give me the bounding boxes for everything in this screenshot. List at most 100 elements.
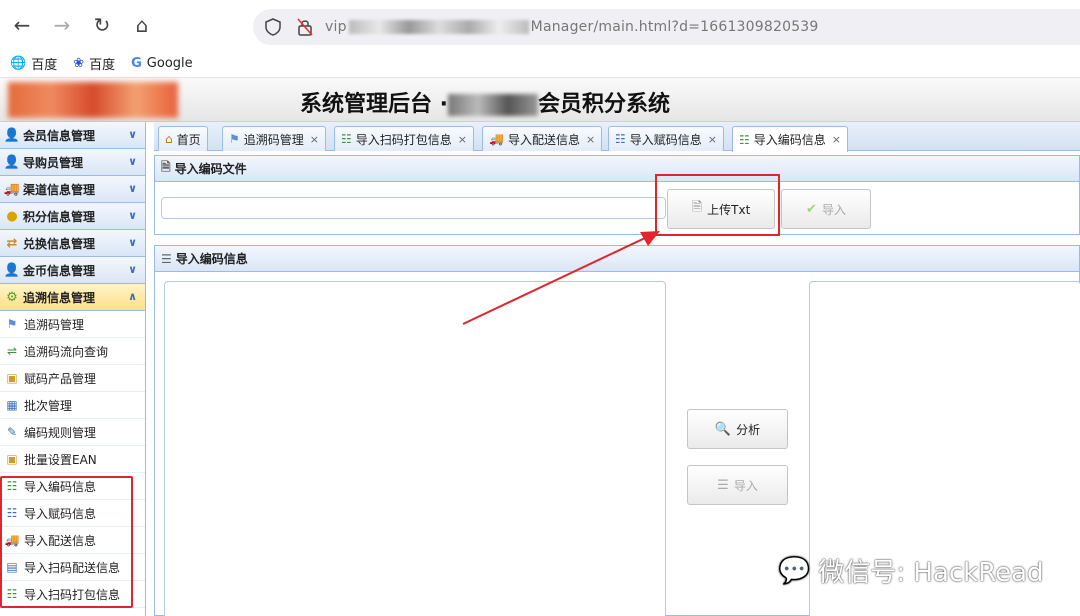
bookmark-label: Google bbox=[146, 56, 193, 71]
sidebar-item-code-rule[interactable]: ✎ 编码规则管理 bbox=[0, 419, 145, 446]
chevron-down-icon: ∨ bbox=[128, 236, 137, 249]
category-label: 导购员管理 bbox=[23, 155, 84, 170]
sidebar-item-label: 导入扫码打包信息 bbox=[24, 587, 121, 602]
baidu-paw-icon: ❀ bbox=[73, 56, 85, 71]
chevron-down-icon: ∨​ bbox=[128, 128, 137, 141]
sidebar-item-import-scan-delivery[interactable]: ▤ 导入扫码配送信息 bbox=[0, 554, 145, 581]
tab-import-assign[interactable]: ☷ 导入赋码信息 × bbox=[608, 126, 724, 151]
bookmark-google[interactable]: G Google bbox=[131, 56, 193, 71]
tab-import-delivery[interactable]: 🚚 导入配送信息 × bbox=[482, 126, 603, 151]
sidebar-item-import-assign[interactable]: ☷ 导入赋码信息 bbox=[0, 500, 145, 527]
import-delivery-icon: 🚚 bbox=[489, 132, 504, 146]
tab-label: 首页 bbox=[176, 132, 201, 147]
sidebar-category-gold[interactable]: 👤 金币信息管理 ∨ bbox=[0, 257, 145, 284]
upload-panel-header: 🗎 导入编码文件 bbox=[155, 156, 1079, 182]
sidebar-category-channel[interactable]: 🚚 渠道信息管理 ∨ bbox=[0, 176, 145, 203]
upload-button-label: 上传Txt bbox=[707, 202, 751, 217]
import-file-button[interactable]: ✔ 导入 bbox=[781, 189, 871, 229]
tab-import-scan-pack[interactable]: ☷ 导入扫码打包信息 × bbox=[334, 126, 474, 151]
list-icon: ☰ bbox=[717, 477, 729, 493]
url-prefix: vip bbox=[325, 19, 347, 35]
reload-icon[interactable]: ↻ bbox=[84, 7, 120, 43]
magnifier-icon: 🔍 bbox=[714, 421, 732, 437]
sidebar-item-assign-product[interactable]: ▣ 赋码产品管理 bbox=[0, 365, 145, 392]
close-icon[interactable]: × bbox=[310, 133, 319, 146]
ean-icon: ▣ bbox=[6, 452, 18, 466]
home-icon: ⌂ bbox=[165, 132, 173, 146]
sidebar-item-trace-code[interactable]: ⚑ 追溯码管理 bbox=[0, 311, 145, 338]
tag-icon: ⚑ bbox=[229, 132, 240, 146]
analyze-button[interactable]: 🔍 分析 bbox=[687, 409, 788, 449]
sidebar-category-points[interactable]: ● 积分信息管理 ∨ bbox=[0, 203, 145, 230]
sidebar-item-import-code[interactable]: ☷ 导入编码信息 bbox=[0, 473, 145, 500]
bookmark-baidu-1[interactable]: 🌐 百度 bbox=[10, 54, 57, 73]
import-scan-pack-icon: ☷ bbox=[341, 132, 352, 146]
user-red-icon: 👤 bbox=[3, 154, 21, 170]
list-icon: ☰ bbox=[161, 251, 172, 266]
forward-arrow-icon[interactable]: → bbox=[44, 7, 80, 43]
sidebar-item-trace-flow[interactable]: ⇌ 追溯码流向查询 bbox=[0, 338, 145, 365]
sidebar-item-label: 导入配送信息 bbox=[24, 533, 97, 548]
checkmark-icon: ✔ bbox=[806, 201, 817, 217]
redacted-logo bbox=[8, 82, 178, 118]
sidebar-category-member[interactable]: 👤 会员信息管理 ∨​ bbox=[0, 122, 145, 149]
sidebar-category-exchange[interactable]: ⇄ 兑换信息管理 ∨ bbox=[0, 230, 145, 257]
chevron-down-icon: ∨ bbox=[128, 155, 137, 168]
exchange-icon: ⇄ bbox=[6, 235, 18, 251]
bookmarks-bar: 🌐 百度 ❀ 百度 G Google bbox=[0, 50, 1080, 78]
info-panel-title: 导入编码信息 bbox=[175, 252, 248, 266]
sidebar-item-import-scan-pack[interactable]: ☷ 导入扫码打包信息 bbox=[0, 581, 145, 608]
close-icon[interactable]: × bbox=[708, 133, 717, 146]
google-icon: G bbox=[131, 56, 142, 71]
insecure-lock-icon[interactable] bbox=[293, 15, 317, 39]
import-scan-pack-icon: ☷ bbox=[6, 587, 18, 601]
tab-import-code[interactable]: ☷ 导入编码信息 × bbox=[732, 126, 848, 152]
tab-trace-code[interactable]: ⚑ 追溯码管理 × bbox=[222, 126, 326, 151]
category-label: 渠道信息管理 bbox=[23, 182, 96, 197]
close-icon[interactable]: × bbox=[832, 133, 841, 146]
tab-bar: ⌂ 首页 ⚑ 追溯码管理 × ☷ 导入扫码打包信息 × 🚚 导入配送信息 × ☷… bbox=[154, 122, 1080, 152]
sidebar-item-batch[interactable]: ▦ 批次管理 bbox=[0, 392, 145, 419]
upload-txt-button[interactable]: 🗎 上传Txt bbox=[667, 189, 775, 229]
coins-icon: ● bbox=[6, 208, 18, 224]
chevron-up-icon: ∧ bbox=[128, 290, 137, 303]
category-label: 会员信息管理 bbox=[23, 128, 96, 143]
category-label: 兑换信息管理 bbox=[23, 236, 96, 251]
globe-icon: 🌐 bbox=[10, 56, 27, 71]
file-path-input[interactable] bbox=[161, 197, 666, 219]
sidebar-category-guide[interactable]: 👤 导购员管理 ∨ bbox=[0, 149, 145, 176]
document-icon: 🗎 bbox=[161, 160, 171, 174]
back-arrow-icon[interactable]: ← bbox=[4, 7, 40, 43]
close-icon[interactable]: × bbox=[458, 133, 467, 146]
sidebar-item-import-delivery[interactable]: 🚚 导入配送信息 bbox=[0, 527, 145, 554]
upload-panel: 🗎 导入编码文件 🗎 上传Txt ✔ 导入 bbox=[154, 155, 1080, 236]
sidebar-item-label: 导入赋码信息 bbox=[24, 506, 97, 521]
sidebar-item-label: 批量设置EAN bbox=[24, 452, 97, 467]
info-panel-header: ☰ 导入编码信息 bbox=[155, 246, 1079, 272]
chevron-down-icon: ∨ bbox=[128, 209, 137, 222]
wechat-icon: 💬 bbox=[778, 555, 811, 586]
document-icon: 🗎 bbox=[691, 200, 703, 215]
sidebar-item-label: 赋码产品管理 bbox=[24, 371, 97, 386]
shield-icon[interactable] bbox=[261, 15, 285, 39]
sidebar-item-label: 编码规则管理 bbox=[24, 425, 97, 440]
source-textarea[interactable] bbox=[164, 281, 666, 616]
sidebar-category-trace[interactable]: ⚙ 追溯信息管理 ∧ bbox=[0, 284, 145, 311]
tab-home[interactable]: ⌂ 首页 bbox=[158, 126, 208, 151]
url-bar[interactable]: vip Manager/main.html?d=1661309820539 bbox=[253, 9, 1080, 45]
chevron-down-icon: ∨ bbox=[128, 182, 137, 195]
redacted-domain bbox=[348, 20, 529, 34]
sidebar-item-batch-ean[interactable]: ▣ 批量设置EAN bbox=[0, 446, 145, 473]
home-icon[interactable]: ⌂ bbox=[124, 7, 160, 43]
close-icon[interactable]: × bbox=[586, 133, 595, 146]
tab-label: 导入编码信息 bbox=[753, 133, 826, 147]
title-left: 系统管理后台 · bbox=[300, 92, 449, 117]
import-info-button[interactable]: ☰ 导入 bbox=[687, 465, 788, 505]
bookmark-baidu-2[interactable]: ❀ 百度 bbox=[73, 54, 115, 73]
import-assign-icon: ☷ bbox=[615, 132, 626, 146]
sidebar-item-label: 导入扫码配送信息 bbox=[24, 560, 121, 575]
import-scan-delivery-icon: ▤ bbox=[6, 560, 18, 574]
chevron-down-icon: ∨ bbox=[128, 263, 137, 276]
tab-label: 导入赋码信息 bbox=[629, 132, 702, 147]
browser-toolbar: ← → ↻ ⌂ vip Manager/main.html?d=166130982… bbox=[0, 0, 1080, 50]
